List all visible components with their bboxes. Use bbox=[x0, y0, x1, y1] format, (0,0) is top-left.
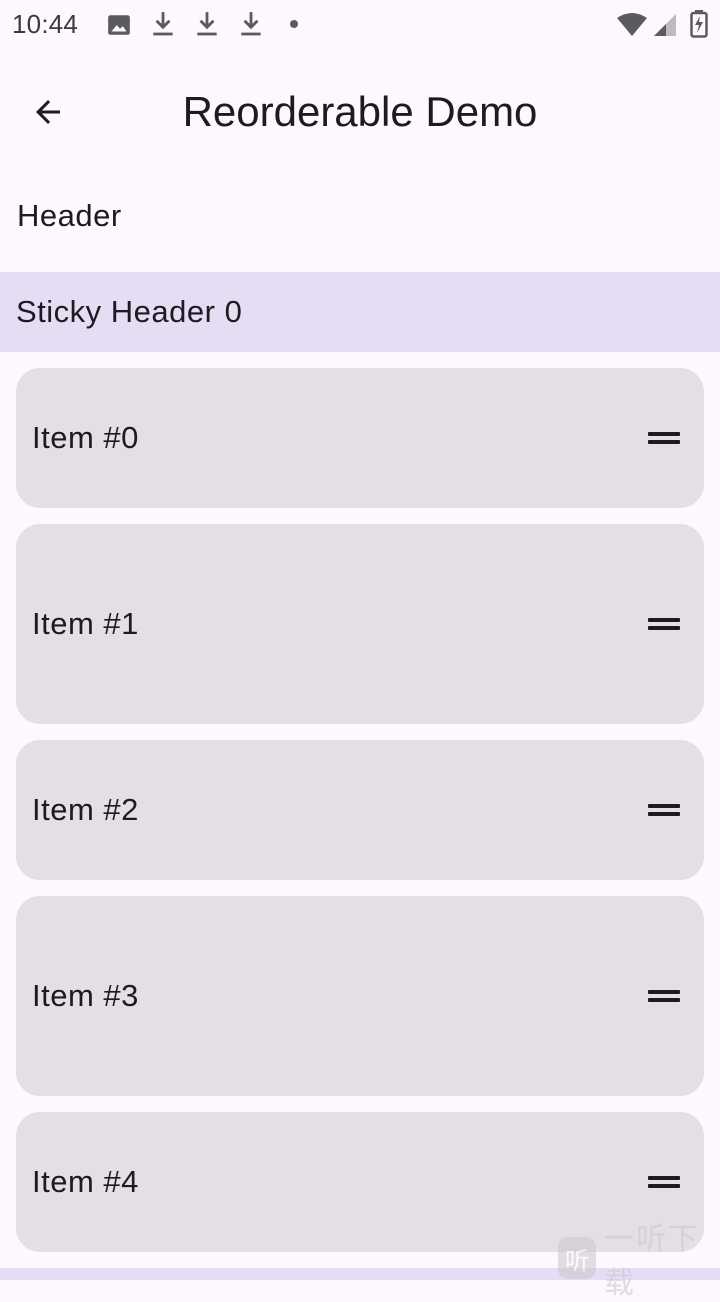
list-item[interactable]: Item #0 bbox=[16, 368, 704, 508]
sticky-header-label: Sticky Header 0 bbox=[16, 294, 243, 329]
download-icon bbox=[153, 12, 173, 36]
cell-signal-icon bbox=[654, 14, 676, 36]
drag-handle-icon[interactable] bbox=[640, 414, 688, 462]
list-item-label: Item #0 bbox=[32, 420, 139, 455]
list-item-label: Item #2 bbox=[32, 792, 139, 827]
sticky-header: Sticky Header 0 bbox=[0, 272, 720, 352]
battery-charging-icon bbox=[690, 10, 708, 38]
list-item-label: Item #3 bbox=[32, 978, 139, 1013]
watermark-text: 一听下载 bbox=[604, 1223, 701, 1300]
image-icon bbox=[108, 15, 130, 35]
list-item[interactable]: Item #4 bbox=[16, 1112, 704, 1252]
download-icon bbox=[241, 12, 261, 36]
status-bar: 10:44 bbox=[0, 0, 720, 48]
list-header: Header bbox=[17, 198, 122, 233]
drag-handle-icon[interactable] bbox=[640, 786, 688, 834]
drag-handle-icon[interactable] bbox=[640, 1158, 688, 1206]
drag-handle-icon[interactable] bbox=[640, 600, 688, 648]
dot-icon bbox=[290, 20, 298, 28]
wifi-icon bbox=[617, 13, 647, 36]
list-item-label: Item #4 bbox=[32, 1164, 139, 1199]
watermark-badge: 听 bbox=[558, 1237, 597, 1279]
status-time: 10:44 bbox=[12, 9, 79, 39]
drag-handle-icon[interactable] bbox=[640, 972, 688, 1020]
app-title: Reorderable Demo bbox=[182, 88, 538, 135]
watermark: 听 一听下载 bbox=[558, 1223, 720, 1300]
app-bar: Reorderable Demo bbox=[0, 48, 720, 176]
download-icon bbox=[197, 12, 217, 36]
list-item[interactable]: Item #2 bbox=[16, 740, 704, 880]
list-item-label: Item #1 bbox=[32, 606, 139, 641]
list-item[interactable]: Item #1 bbox=[16, 524, 704, 724]
list-item[interactable]: Item #3 bbox=[16, 896, 704, 1096]
